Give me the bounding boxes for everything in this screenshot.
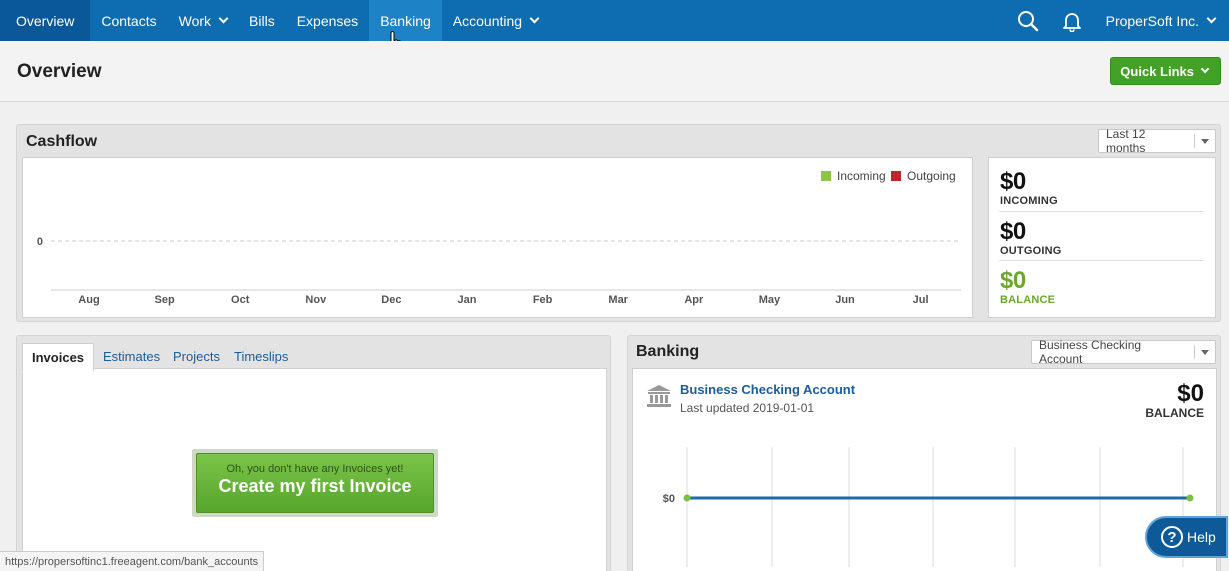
bank-account-card: Business Checking Account Last updated 2… — [632, 368, 1217, 571]
tab-projects[interactable]: Projects — [164, 343, 229, 370]
balance-point — [683, 494, 691, 502]
nav-right: ProperSoft Inc. — [1006, 0, 1229, 41]
banking-title: Banking — [636, 343, 700, 360]
x-tick-label: Jul — [913, 294, 929, 306]
company-name: ProperSoft Inc. — [1105, 12, 1199, 29]
quick-links-button[interactable]: Quick Links — [1110, 57, 1221, 85]
tab-timeslips[interactable]: Timeslips — [225, 343, 297, 370]
bell-icon[interactable] — [1050, 0, 1094, 41]
nav-expenses[interactable]: Expenses — [286, 0, 369, 41]
page-header: Overview Quick Links — [0, 41, 1229, 102]
cashflow-summary: $0 INCOMING $0 OUTGOING $0 BALANCE — [988, 157, 1216, 318]
cashflow-title: Cashflow — [26, 133, 98, 150]
nav-work[interactable]: Work — [168, 0, 238, 41]
select-separator — [1194, 345, 1195, 359]
nav-bills-label: Bills — [249, 12, 275, 29]
bank-account-link[interactable]: Business Checking Account — [680, 382, 855, 397]
balance-point — [1186, 494, 1194, 502]
tab-estimates[interactable]: Estimates — [94, 343, 169, 370]
caret-down-icon — [1201, 349, 1209, 355]
x-tick-label: Sep — [155, 294, 175, 306]
top-nav: Overview Contacts Work Bills Expenses Ba… — [0, 0, 1229, 41]
bank-balance-chart: $0Jan 2019Feb 2019Mar 2019Apr 2019May 20… — [663, 447, 1194, 571]
create-invoice-button[interactable]: Oh, you don't have any Invoices yet! Cre… — [196, 453, 434, 513]
status-bar-url: https://propersoftinc1.freeagent.com/ban… — [0, 551, 265, 571]
x-tick-label: Dec — [381, 294, 401, 306]
nav-overview-label: Overview — [16, 12, 75, 29]
x-tick-label: Apr — [684, 294, 704, 306]
create-invoice-wrap: Oh, you don't have any Invoices yet! Cre… — [192, 449, 438, 517]
summary-divider — [999, 260, 1203, 261]
x-tick-label: Mar — [608, 294, 628, 306]
x-tick-label: Nov — [305, 294, 327, 306]
x-tick-label: Aug — [78, 294, 99, 306]
nav-banking[interactable]: Banking — [369, 0, 442, 41]
period-select-value: Last 12 months — [1106, 127, 1146, 155]
nav-accounting-label: Accounting — [452, 12, 523, 29]
period-select[interactable]: Last 12 months — [1098, 127, 1216, 155]
help-icon: ? — [1161, 526, 1183, 548]
page-title: Overview — [17, 61, 102, 82]
chevron-down-icon — [1200, 64, 1210, 74]
nav-expenses-label: Expenses — [296, 12, 359, 29]
tab-estimates-label: Estimates — [103, 349, 161, 364]
company-menu[interactable]: ProperSoft Inc. — [1094, 13, 1229, 29]
nav-overview[interactable]: Overview — [0, 0, 91, 41]
chevron-down-icon — [218, 13, 229, 23]
search-icon[interactable] — [1006, 0, 1050, 41]
cashflow-panel: Cashflow Last 12 months Incoming Outgoin… — [16, 124, 1221, 322]
outgoing-label: OUTGOING — [1000, 245, 1062, 257]
account-select-value: Business Checking Account — [1039, 338, 1142, 366]
empty-invoices-message: Oh, you don't have any Invoices yet! — [226, 463, 404, 475]
y-tick-label: $0 — [663, 493, 675, 505]
bank-balance-label: BALANCE — [1145, 406, 1204, 420]
account-select[interactable]: Business Checking Account — [1031, 338, 1216, 366]
caret-down-icon — [1201, 138, 1209, 144]
cashflow-plot: 0 Aug Sep Oct Nov Dec Jan Feb Mar Apr May Jun Jul — [37, 236, 961, 306]
tab-invoices[interactable]: Invoices — [22, 343, 95, 372]
x-tick-label: Jan — [458, 294, 477, 306]
incoming-label: INCOMING — [1000, 195, 1058, 207]
quick-links-label: Quick Links — [1120, 63, 1194, 79]
balance-value: $0 — [1000, 267, 1026, 294]
nav-contacts-label: Contacts — [101, 12, 157, 29]
y-tick-label: 0 — [37, 236, 43, 248]
tab-projects-label: Projects — [173, 349, 220, 364]
bank-last-updated: Last updated 2019-01-01 — [680, 401, 815, 415]
chevron-down-icon — [529, 13, 540, 23]
nav-accounting[interactable]: Accounting — [442, 0, 549, 41]
incoming-value: $0 — [1000, 168, 1026, 195]
create-invoice-label: Create my first Invoice — [218, 476, 412, 496]
x-tick-label: May — [759, 294, 781, 306]
balance-label: BALANCE — [1000, 294, 1056, 306]
chevron-down-icon — [1206, 13, 1217, 23]
tab-invoices-label: Invoices — [32, 350, 85, 365]
x-tick-label: Oct — [231, 294, 250, 306]
help-button[interactable]: ? Help — [1145, 516, 1228, 558]
tab-timeslips-label: Timeslips — [234, 349, 289, 364]
invoices-content: Oh, you don't have any Invoices yet! Cre… — [22, 368, 607, 571]
nav-work-label: Work — [178, 12, 212, 29]
x-tick-label: Jun — [835, 294, 855, 306]
work-panel: Invoices Estimates Projects Timeslips Oh… — [16, 335, 611, 571]
summary-divider — [999, 211, 1203, 212]
bank-balance-value: $0 — [1177, 380, 1204, 407]
cashflow-chart: Incoming Outgoing 0 Aug Sep Oct Nov Dec Jan Feb… — [22, 157, 973, 318]
nav-banking-label: Banking — [380, 12, 431, 29]
bank-icon — [646, 384, 672, 413]
help-label: Help — [1187, 529, 1216, 545]
banking-panel: Banking Business Checking Account Busine… — [627, 335, 1221, 571]
select-separator — [1194, 134, 1195, 148]
x-tick-label: Feb — [533, 294, 553, 306]
nav-contacts[interactable]: Contacts — [90, 0, 167, 41]
nav-bills[interactable]: Bills — [238, 0, 286, 41]
outgoing-value: $0 — [1000, 218, 1026, 245]
